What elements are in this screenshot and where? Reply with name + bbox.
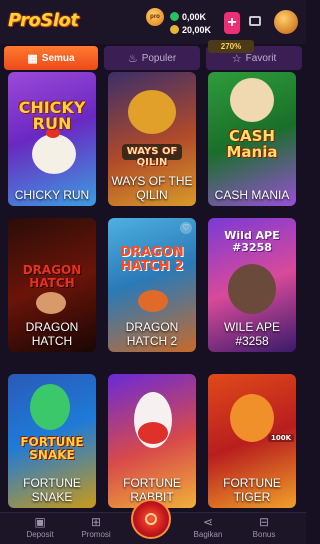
nav-bonus[interactable]: ⊟ Bonus — [234, 513, 294, 544]
rtp-badge: 270% — [208, 40, 254, 53]
spin-icon — [145, 513, 157, 525]
category-tabs: ▦ Semua ♨ Populer ☆ Favorit — [0, 44, 306, 72]
gift-box-icon: ⊞ — [90, 515, 102, 529]
tab-favorit-label: Favorit — [245, 52, 277, 64]
balance-panel[interactable]: 0,00K 20,00K — [170, 10, 222, 36]
balance-primary-row: 0,00K — [170, 10, 222, 23]
game-card-fortune-snake[interactable]: FORTUNE SNAKE FORTUNE SNAKE — [8, 374, 96, 508]
star-icon: ☆ — [231, 52, 242, 65]
nav-bonus-label: Bonus — [252, 530, 276, 539]
game-card-ways-of-the-qilin[interactable]: WAYS OF QILIN WAYS OF THE QILIN — [108, 72, 196, 206]
game-card-chicky-run[interactable]: CHICKY RUN CHICKY RUN — [8, 72, 96, 206]
balance-secondary: 20,00K — [182, 24, 212, 35]
game-name: FORTUNE SNAKE — [23, 476, 81, 504]
pro-badge-icon: pro — [146, 8, 164, 26]
nav-promosi[interactable]: ⊞ Promosi — [66, 513, 126, 544]
balance-primary: 0,00K — [182, 11, 207, 22]
nav-bagikan[interactable]: ⋖ Bagikan — [178, 513, 238, 544]
game-name: DRAGON HATCH — [25, 320, 79, 348]
coin-gold-icon — [170, 25, 179, 34]
bonus-gift-icon: ⊟ — [258, 515, 270, 529]
favorite-heart-icon[interactable]: ♡ — [180, 222, 192, 234]
game-art — [8, 72, 96, 206]
game-name: FORTUNE TIGER — [223, 476, 281, 504]
game-art-title: 100K — [268, 434, 294, 442]
nav-bagikan-label: Bagikan — [193, 530, 223, 539]
nav-deposit-label: Deposit — [26, 530, 54, 539]
game-name: WAYS OF THE QILIN — [111, 174, 193, 202]
tab-populer[interactable]: ♨ Populer — [104, 46, 200, 70]
game-art-title: CHICKY RUN — [18, 98, 86, 133]
balance-secondary-row: 20,00K — [170, 23, 222, 36]
game-card-dragon-hatch[interactable]: DRAGON HATCH DRAGON HATCH — [8, 218, 96, 352]
game-name: WILE APE #3258 — [223, 320, 281, 348]
game-art-title: WAYS OF QILIN — [126, 146, 178, 168]
home-spin-button[interactable] — [131, 499, 171, 539]
avatar[interactable] — [274, 10, 298, 34]
tab-semua-label: Semua — [41, 52, 75, 64]
deposit-icon: ▣ — [34, 515, 46, 529]
coin-green-icon — [170, 12, 179, 21]
game-art-title: Wild APE #3258 — [224, 229, 280, 254]
game-card-cash-mania[interactable]: CASH Mania CASH MANIA — [208, 72, 296, 206]
rtp-badge-text: 270% — [220, 42, 242, 51]
flame-icon: ♨ — [127, 52, 138, 65]
tab-semua[interactable]: ▦ Semua — [4, 46, 98, 70]
game-name: CASH MANIA — [214, 188, 290, 202]
top-bar: ProSlot pro 0,00K 20,00K + — [0, 0, 306, 44]
nav-promosi-label: Promosi — [81, 530, 111, 539]
share-icon: ⋖ — [202, 515, 214, 529]
app-logo[interactable]: ProSlot — [8, 10, 79, 31]
game-name: DRAGON HATCH 2 — [125, 320, 179, 348]
game-name: CHICKY RUN — [14, 188, 90, 202]
nav-deposit[interactable]: ▣ Deposit — [10, 513, 70, 544]
game-card-dragon-hatch-2[interactable]: DRAGON HATCH 2 DRAGON HATCH 2 ♡ — [108, 218, 196, 352]
game-card-fortune-rabbit[interactable]: FORTUNE RABBIT — [108, 374, 196, 508]
game-art-title: CASH Mania — [226, 127, 278, 161]
tab-populer-label: Populer — [141, 52, 177, 64]
grid-icon: ▦ — [27, 52, 38, 65]
game-art-title: DRAGON HATCH — [22, 263, 82, 290]
bottom-nav: ▣ Deposit ⊞ Promosi ⋖ Bagikan ⊟ Bonus — [0, 499, 306, 544]
game-card-fortune-tiger[interactable]: 100K FORTUNE TIGER — [208, 374, 296, 508]
game-grid: CHICKY RUN CHICKY RUN WAYS OF QILIN WAYS… — [0, 72, 306, 512]
game-art-title: FORTUNE SNAKE — [20, 435, 84, 462]
game-art-title: DRAGON HATCH 2 — [120, 245, 184, 274]
game-card-wile-ape-3258[interactable]: Wild APE #3258 WILE APE #3258 — [208, 218, 296, 352]
add-balance-button[interactable]: + — [224, 12, 240, 34]
wallet-icon[interactable] — [249, 16, 261, 26]
